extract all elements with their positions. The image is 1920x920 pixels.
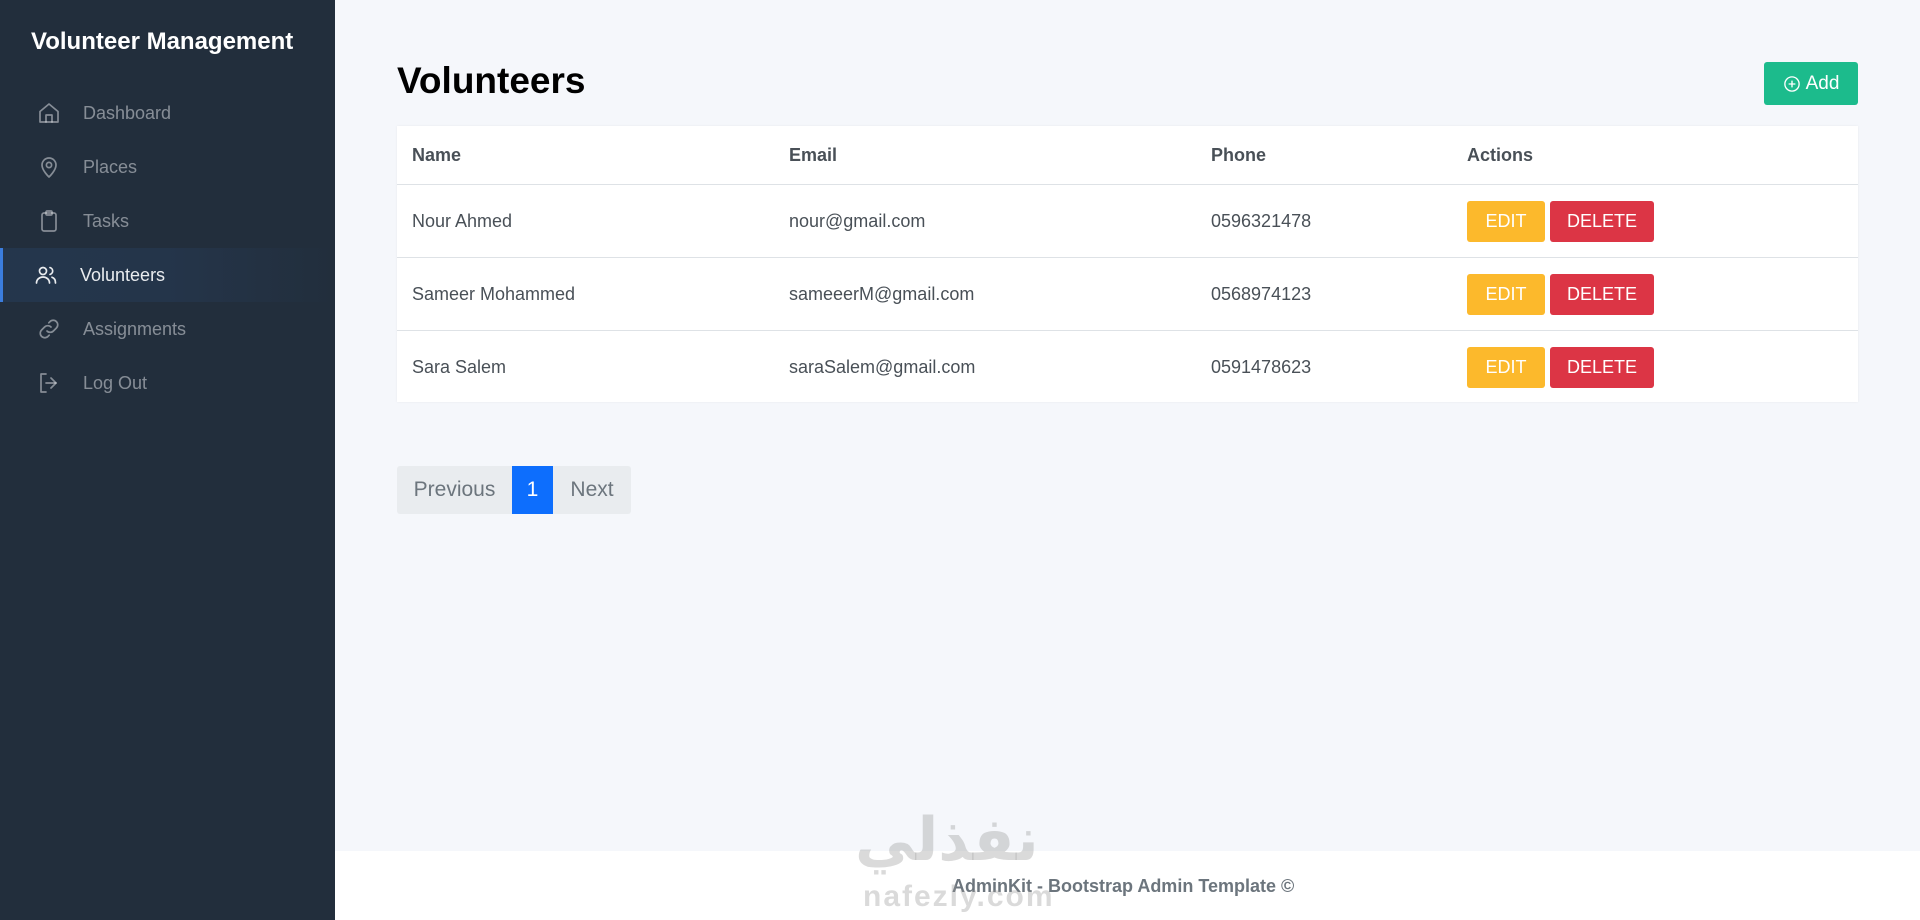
cell-actions: EDIT DELETE (1452, 331, 1858, 404)
sidebar-item-label: Volunteers (80, 264, 166, 285)
watermark-url: nafezly.com (863, 880, 1055, 913)
edit-button[interactable]: EDIT (1467, 346, 1545, 388)
sidebar-item-label: Places (83, 156, 138, 177)
map-pin-icon (37, 155, 61, 179)
delete-button[interactable]: DELETE (1550, 200, 1654, 242)
column-header-email: Email (774, 126, 1196, 185)
sidebar-item-label: Tasks (83, 210, 130, 231)
sidebar: Volunteer Management Dashboard Places Ta… (0, 0, 335, 920)
users-icon (34, 263, 58, 287)
sidebar-nav: Dashboard Places Tasks Volunteers Assign… (0, 86, 335, 410)
pagination-page-1[interactable]: 1 (512, 466, 553, 514)
cell-name: Sameer Mohammed (397, 257, 774, 331)
cell-email: sameeerM@gmail.com (774, 257, 1196, 331)
column-header-actions: Actions (1452, 126, 1858, 185)
column-header-name: Name (397, 126, 774, 185)
cell-name: Nour Ahmed (397, 184, 774, 258)
edit-button[interactable]: EDIT (1467, 273, 1545, 315)
table-row: Sara Salem saraSalem@gmail.com 059147862… (397, 331, 1858, 404)
table-row: Sameer Mohammed sameeerM@gmail.com 05689… (397, 257, 1858, 331)
volunteers-table: Name Email Phone Actions Nour Ahmed nour… (397, 126, 1858, 403)
cell-phone: 0596321478 (1196, 184, 1452, 258)
clipboard-icon (37, 209, 61, 233)
pagination-previous[interactable]: Previous (397, 466, 512, 514)
column-header-phone: Phone (1196, 126, 1452, 185)
page-title: Volunteers (397, 60, 586, 101)
sidebar-item-label: Dashboard (83, 102, 172, 123)
add-volunteer-button[interactable]: Add (1764, 62, 1858, 105)
pagination-next[interactable]: Next (553, 466, 631, 514)
cell-email: nour@gmail.com (774, 184, 1196, 258)
add-button-label: Add (1805, 72, 1840, 94)
link-icon (37, 317, 61, 341)
cell-name: Sara Salem (412, 356, 507, 377)
delete-button[interactable]: DELETE (1550, 273, 1654, 315)
sidebar-brand[interactable]: Volunteer Management (31, 28, 293, 56)
sidebar-item-tasks[interactable]: Tasks (0, 194, 335, 248)
watermark-logo: نفذلي (855, 805, 1039, 875)
sidebar-item-label: Log Out (83, 372, 148, 393)
plus-circle-icon (1783, 75, 1800, 92)
footer: AdminKit - Bootstrap Admin Template © (335, 851, 1920, 920)
volunteers-table-card: Name Email Phone Actions Nour Ahmed nour… (397, 126, 1858, 402)
cell-phone: 0591478623 (1211, 356, 1312, 377)
table-header-row: Name Email Phone Actions (397, 126, 1858, 185)
delete-button[interactable]: DELETE (1550, 346, 1654, 388)
table-row: Nour Ahmed nour@gmail.com 0596321478 EDI… (397, 184, 1858, 258)
cell-phone: 0568974123 (1196, 257, 1452, 331)
log-out-icon (37, 371, 61, 395)
pagination: Previous 1 Next (397, 466, 631, 514)
sidebar-item-label: Assignments (83, 318, 187, 339)
cell-actions: EDIT DELETE (1452, 184, 1858, 258)
main-content: Volunteers Add Name Email Phone Actions … (335, 0, 1920, 920)
sidebar-item-log-out[interactable]: Log Out (0, 356, 335, 410)
sidebar-item-assignments[interactable]: Assignments (0, 302, 335, 356)
sidebar-item-volunteers[interactable]: Volunteers (0, 248, 335, 302)
cell-email: saraSalem@gmail.com (789, 356, 976, 377)
cell-actions: EDIT DELETE (1452, 257, 1858, 331)
edit-button[interactable]: EDIT (1467, 200, 1545, 242)
sidebar-item-dashboard[interactable]: Dashboard (0, 86, 335, 140)
sidebar-item-places[interactable]: Places (0, 140, 335, 194)
home-icon (37, 101, 61, 125)
